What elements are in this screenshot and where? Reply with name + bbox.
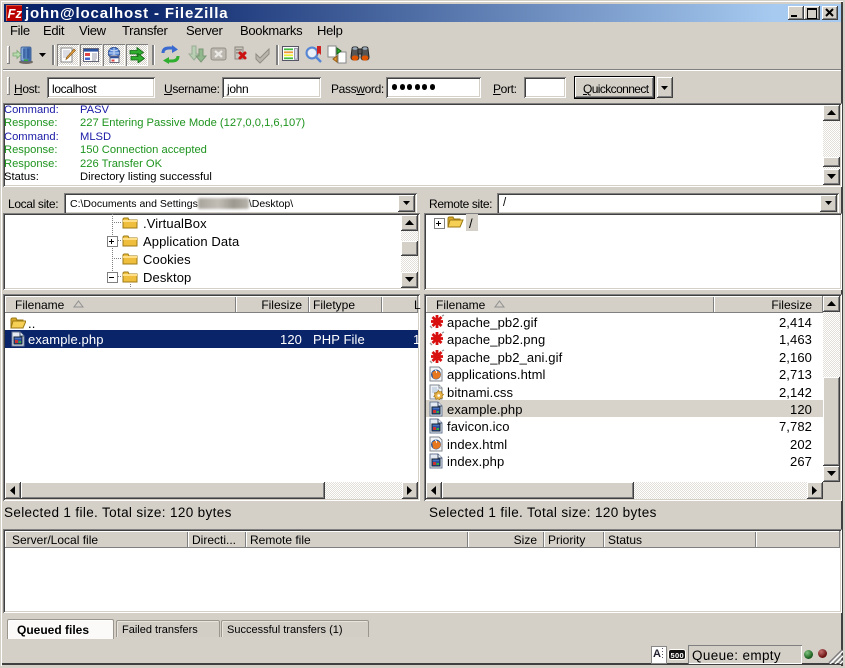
svg-text:Fz: Fz bbox=[8, 6, 23, 21]
